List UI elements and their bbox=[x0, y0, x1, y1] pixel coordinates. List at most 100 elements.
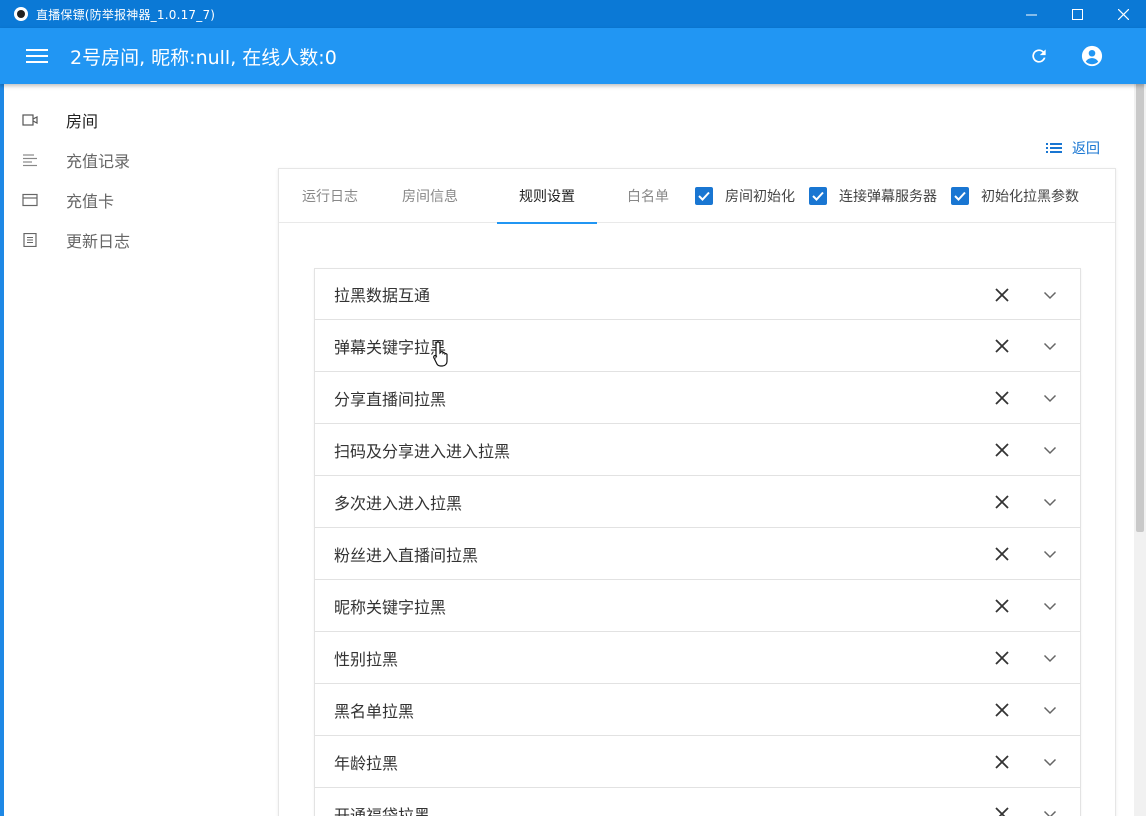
sidebar-item-label: 更新日志 bbox=[66, 232, 131, 251]
check-label: 连接弹幕服务器 bbox=[839, 188, 937, 205]
app-logo-icon bbox=[14, 7, 28, 21]
rule-label: 分享直播间拉黑 bbox=[334, 389, 447, 409]
check-icon bbox=[698, 191, 710, 201]
rule-label: 多次进入进入拉黑 bbox=[334, 493, 463, 513]
close-icon[interactable] bbox=[993, 753, 1011, 771]
rule-row[interactable]: 性别拉黑 bbox=[314, 632, 1081, 684]
main-panel: 运行日志 房间信息 规则设置 白名单 房间初始化 连接弹幕服务器 初始化拉黑参数… bbox=[278, 168, 1116, 816]
rule-row[interactable]: 分享直播间拉黑 bbox=[314, 372, 1081, 424]
tab-run-log[interactable]: 运行日志 bbox=[297, 169, 363, 223]
close-icon[interactable] bbox=[993, 597, 1011, 615]
sidebar-item-recharge-card[interactable]: 充值卡 bbox=[4, 180, 264, 220]
close-icon[interactable] bbox=[993, 441, 1011, 459]
close-icon[interactable] bbox=[993, 337, 1011, 355]
close-window-button[interactable] bbox=[1100, 0, 1146, 28]
window-controls bbox=[1008, 0, 1146, 28]
rule-row[interactable]: 年龄拉黑 bbox=[314, 736, 1081, 788]
rule-label: 性别拉黑 bbox=[334, 649, 399, 669]
list-icon bbox=[1046, 143, 1062, 153]
sidebar-item-recharge-records[interactable]: 充值记录 bbox=[4, 140, 264, 180]
rule-label: 开通福袋拉黑 bbox=[334, 805, 431, 816]
close-icon[interactable] bbox=[993, 493, 1011, 511]
chevron-down-icon[interactable] bbox=[1043, 703, 1057, 717]
check-room-init[interactable]: 房间初始化 bbox=[695, 186, 795, 206]
rule-row[interactable]: 扫码及分享进入进入拉黑 bbox=[314, 424, 1081, 476]
sidebar: 房间 充值记录 充值卡 更新日志 bbox=[4, 100, 264, 260]
rule-label: 拉黑数据互通 bbox=[334, 286, 431, 305]
back-button[interactable]: 返回 bbox=[1046, 138, 1100, 158]
rule-row[interactable]: 弹幕关键字拉黑 bbox=[314, 320, 1081, 372]
check-icon bbox=[812, 191, 824, 201]
check-label: 初始化拉黑参数 bbox=[981, 188, 1079, 205]
tab-label: 规则设置 bbox=[519, 188, 575, 205]
tab-room-info[interactable]: 房间信息 bbox=[397, 169, 463, 223]
close-icon[interactable] bbox=[993, 701, 1011, 719]
check-connect-danmaku[interactable]: 连接弹幕服务器 bbox=[809, 186, 937, 206]
chevron-down-icon[interactable] bbox=[1043, 599, 1057, 613]
rule-label: 扫码及分享进入进入拉黑 bbox=[334, 441, 511, 461]
minimize-button[interactable] bbox=[1008, 0, 1054, 28]
tab-whitelist[interactable]: 白名单 bbox=[623, 169, 673, 223]
sidebar-item-update-log[interactable]: 更新日志 bbox=[4, 220, 264, 260]
rule-row[interactable]: 开通福袋拉黑 bbox=[314, 788, 1081, 816]
window-title: 直播保镖(防举报神器_1.0.17_7) bbox=[36, 7, 216, 22]
rule-row[interactable]: 黑名单拉黑 bbox=[314, 684, 1081, 736]
scrollbar-thumb[interactable] bbox=[1136, 32, 1144, 532]
close-icon[interactable] bbox=[993, 649, 1011, 667]
maximize-icon bbox=[1071, 8, 1083, 20]
rule-label: 粉丝进入直播间拉黑 bbox=[334, 545, 479, 565]
checkbox-checked[interactable] bbox=[809, 186, 827, 205]
checkbox-checked[interactable] bbox=[695, 186, 713, 205]
chevron-down-icon[interactable] bbox=[1043, 391, 1057, 405]
rule-label: 年龄拉黑 bbox=[334, 753, 399, 773]
rule-row[interactable]: 拉黑数据互通 bbox=[314, 268, 1081, 320]
video-camera-icon bbox=[22, 114, 38, 126]
close-icon[interactable] bbox=[993, 545, 1011, 563]
chevron-down-icon[interactable] bbox=[1043, 443, 1057, 457]
rule-row[interactable]: 多次进入进入拉黑 bbox=[314, 476, 1081, 528]
vertical-scrollbar[interactable] bbox=[1134, 28, 1146, 816]
chevron-down-icon[interactable] bbox=[1043, 288, 1057, 302]
close-icon[interactable] bbox=[993, 286, 1011, 304]
checkbox-checked[interactable] bbox=[951, 186, 969, 205]
chevron-down-icon[interactable] bbox=[1043, 651, 1057, 665]
chevron-down-icon[interactable] bbox=[1043, 807, 1057, 816]
back-label: 返回 bbox=[1072, 141, 1100, 157]
tab-label: 房间信息 bbox=[402, 188, 458, 205]
close-icon[interactable] bbox=[993, 805, 1011, 816]
close-icon bbox=[1117, 8, 1129, 20]
tab-rule-settings[interactable]: 规则设置 bbox=[497, 169, 597, 224]
rule-row[interactable]: 粉丝进入直播间拉黑 bbox=[314, 528, 1081, 580]
chevron-down-icon[interactable] bbox=[1043, 547, 1057, 561]
tab-label: 白名单 bbox=[627, 188, 669, 205]
chevron-down-icon[interactable] bbox=[1043, 339, 1057, 353]
maximize-button[interactable] bbox=[1054, 0, 1100, 28]
tab-label: 运行日志 bbox=[302, 188, 358, 205]
app-header: 2号房间, 昵称:null, 在线人数:0 bbox=[0, 28, 1146, 84]
rule-row[interactable]: 昵称关键字拉黑 bbox=[314, 580, 1081, 632]
check-init-block-params[interactable]: 初始化拉黑参数 bbox=[951, 186, 1079, 206]
rule-list: 拉黑数据互通 弹幕关键字拉黑 分享直播间拉黑扫码及分享进入进入拉黑 多次进入进入拉黑粉… bbox=[314, 268, 1081, 816]
document-icon bbox=[23, 233, 37, 247]
rule-label: 昵称关键字拉黑 bbox=[334, 597, 447, 617]
check-label: 房间初始化 bbox=[725, 188, 795, 205]
sidebar-item-label: 充值卡 bbox=[66, 192, 115, 211]
check-icon bbox=[954, 191, 966, 201]
refresh-icon[interactable] bbox=[1029, 46, 1049, 66]
minimize-icon bbox=[1025, 14, 1037, 15]
account-circle-icon[interactable] bbox=[1081, 45, 1103, 67]
sidebar-item-room[interactable]: 房间 bbox=[4, 100, 264, 140]
tab-bar: 运行日志 房间信息 规则设置 白名单 房间初始化 连接弹幕服务器 初始化拉黑参数 bbox=[279, 169, 1115, 224]
rule-label: 黑名单拉黑 bbox=[334, 701, 415, 721]
chevron-down-icon[interactable] bbox=[1043, 495, 1057, 509]
menu-icon[interactable] bbox=[26, 48, 48, 64]
window-titlebar: 直播保镖(防举报神器_1.0.17_7) bbox=[0, 0, 1146, 28]
rule-label: 弹幕关键字拉黑 bbox=[334, 337, 447, 357]
sidebar-item-label: 充值记录 bbox=[66, 152, 131, 171]
sidebar-item-label: 房间 bbox=[66, 112, 99, 131]
chevron-down-icon[interactable] bbox=[1043, 755, 1057, 769]
page-title: 2号房间, 昵称:null, 在线人数:0 bbox=[70, 46, 337, 69]
close-icon[interactable] bbox=[993, 389, 1011, 407]
hand-cursor-icon bbox=[433, 341, 448, 367]
list-lines-icon bbox=[23, 154, 37, 167]
